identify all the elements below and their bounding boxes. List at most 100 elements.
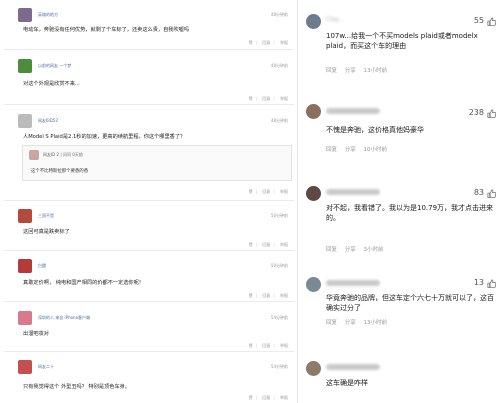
comment-text: 出溜吧妆对 [23, 331, 49, 337]
comment-text: 真敢定价啊， 纯电和国产相同的价都不一定选你呢！ [23, 280, 144, 286]
comment-time: 10小时前 [363, 147, 388, 153]
share-button[interactable]: 分享 [345, 147, 356, 153]
comment-text: 对这个外观是欣赏不来... [23, 81, 80, 87]
avatar[interactable] [306, 104, 321, 119]
like-button[interactable]: 赞 [249, 40, 253, 45]
share-button[interactable]: 分享 [345, 68, 356, 74]
comment-username[interactable]: 三国不是 [38, 213, 54, 219]
like-button[interactable]: 赞 [249, 242, 253, 247]
reply-button[interactable]: 回复 [262, 293, 270, 298]
avatar[interactable] [29, 150, 39, 160]
comment-username[interactable]: 深圳的人 来自 iPhone客户端 [38, 315, 90, 321]
comment-username[interactable]: 网友6ID52 [38, 118, 58, 124]
thumb-up-icon[interactable] [487, 17, 496, 26]
comment-username[interactable] [326, 364, 380, 370]
comment-username[interactable] [326, 108, 380, 114]
comment-time: 48分钟前 [270, 63, 288, 68]
comment-item: Clay... 55 107w...给我一个不买models plaid或者mo… [300, 0, 500, 86]
report-button[interactable]: 举报 [280, 343, 288, 348]
thumb-up-icon[interactable] [487, 189, 496, 198]
comment-username[interactable]: 以前的网友 一个梦 [38, 63, 71, 69]
comment-text: 这回可真是跌卖标了 [23, 229, 70, 235]
avatar[interactable] [306, 361, 321, 376]
comment-actions: 赞 | 回复 | 举报 [248, 40, 288, 45]
like-count: 238 [468, 108, 484, 117]
avatar[interactable] [306, 14, 321, 29]
report-button[interactable]: 举报 [280, 96, 288, 101]
comment-text: 电动车，奔驰没有任何优势，就剩了个车标了，还卖这么贵，自我吹嘘吗 [23, 27, 190, 33]
reply-button[interactable]: 回复 [326, 320, 337, 326]
report-button[interactable]: 举报 [280, 40, 288, 45]
like-count: 55 [473, 16, 484, 25]
report-button[interactable]: 举报 [280, 395, 288, 400]
comment-item: 13 华竟奔驰的品牌，但这车定个六七十万就可以了，这百确实过分了 回复 分享 1… [300, 266, 500, 340]
avatar[interactable] [18, 209, 32, 223]
thumb-up-icon[interactable] [487, 279, 496, 288]
comment-time: 50分钟前 [270, 263, 288, 268]
avatar[interactable] [306, 186, 321, 201]
comment-text: 人Model S Plaid是2.1秒的加速，更高的续航里程，你这个哪里香了？ [23, 134, 186, 140]
avatar[interactable] [18, 114, 32, 128]
report-button[interactable]: 举报 [280, 189, 288, 194]
comment-item: 三国不是 50分钟前 这回可真是跌卖标了 赞 | 回复 | 举报 [0, 201, 297, 251]
reply-button[interactable]: 回复 [262, 242, 270, 247]
avatar[interactable] [18, 259, 32, 273]
like-button[interactable]: 赞 [249, 96, 253, 101]
desktop-comment-panel: 英雄的地方 48分钟前 电动车，奔驰没有任何优势，就剩了个车标了，还卖这么贵，自… [0, 0, 298, 403]
comment-actions: 赞 | 回复 | 举报 [248, 293, 288, 298]
comment-time: 48分钟前 [270, 118, 288, 123]
comment-actions: 赞 | 回复 | 举报 [248, 96, 288, 101]
comment-text: 华竟奔驰的品牌，但这车定个六七十万就可以了，这百确实过分了 [326, 294, 494, 312]
comment-text: 这车确是咋样 [326, 379, 368, 387]
comment-text: 只有我觉得这个 外型丑吗？ 特别是顶色车身。 [23, 384, 131, 390]
comment-meta: 回复 分享 13小时前 [326, 66, 393, 74]
avatar[interactable] [18, 360, 32, 374]
report-button[interactable]: 举报 [280, 242, 288, 247]
like-button[interactable]: 赞 [249, 293, 253, 298]
comment-text: 不愧是奔驰，这价格真他妈豪华 [326, 126, 424, 134]
like-button[interactable]: 赞 [249, 189, 253, 194]
thumb-up-icon[interactable] [487, 109, 496, 118]
reply-button[interactable]: 回复 [262, 96, 270, 101]
comment-item: 以前的网友 一个梦 48分钟前 对这个外观是欣赏不来... 赞 | 回复 | 举报 [0, 50, 297, 105]
avatar[interactable] [306, 277, 321, 292]
reply-button[interactable]: 回复 [262, 189, 270, 194]
share-button[interactable]: 分享 [345, 247, 356, 253]
comment-text: 107w...给我一个不买models plaid或者modelx plaid，… [326, 32, 478, 50]
comment-username[interactable]: 英雄的地方 [38, 12, 58, 18]
comment-username[interactable]: Clay... [326, 16, 344, 23]
avatar[interactable] [18, 311, 32, 325]
comment-username[interactable]: 网友二十 [38, 364, 54, 370]
comment-meta: 回复 分享 3小时前 [326, 245, 390, 253]
reply-button[interactable]: 回复 [262, 395, 270, 400]
comment-item: 238 不愧是奔驰，这价格真他妈豪华 回复 分享 10小时前 [300, 86, 500, 172]
like-button[interactable]: 赞 [249, 395, 253, 400]
avatar[interactable] [18, 59, 32, 73]
reply-button[interactable]: 回复 [326, 68, 337, 74]
comment-username[interactable] [326, 189, 380, 195]
reply-button[interactable]: 回复 [326, 247, 337, 253]
comment-time: 54分钟前 [270, 364, 288, 369]
reply-button[interactable]: 回复 [262, 40, 270, 45]
comment-username[interactable]: 白酸 [38, 263, 46, 269]
comment-time: 13小时前 [363, 68, 388, 74]
comment-time: 54分钟前 [270, 315, 288, 320]
like-count: 13 [473, 278, 484, 287]
avatar[interactable] [18, 8, 32, 22]
comment-username[interactable] [326, 280, 380, 286]
share-button[interactable]: 分享 [345, 320, 356, 326]
like-button[interactable]: 赞 [249, 343, 253, 348]
reply-button[interactable]: 回复 [262, 343, 270, 348]
mobile-comment-panel: Clay... 55 107w...给我一个不买models plaid或者mo… [300, 0, 500, 403]
comment-item: 网友6ID52 48分钟前 人Model S Plaid是2.1秒的加速，更高的… [0, 105, 297, 201]
reply-text: 这个不比特斯拉那个要香的香 [31, 169, 89, 174]
comment-item: 英雄的地方 48分钟前 电动车，奔驰没有任何优势，就剩了个车标了，还卖这么贵，自… [0, 0, 297, 50]
comment-actions: 赞 | 回复 | 举报 [248, 343, 288, 348]
comment-meta: 回复 分享 13小时前 [326, 318, 393, 326]
comment-item: 这车确是咋样 [300, 340, 500, 403]
comment-time: 48分钟前 [270, 12, 288, 17]
report-button[interactable]: 举报 [280, 293, 288, 298]
comment-time: 13小时前 [363, 320, 388, 326]
reply-button[interactable]: 回复 [326, 147, 337, 153]
reply-username[interactable]: 网友ID 2 | 问问 0天前 [43, 152, 83, 158]
